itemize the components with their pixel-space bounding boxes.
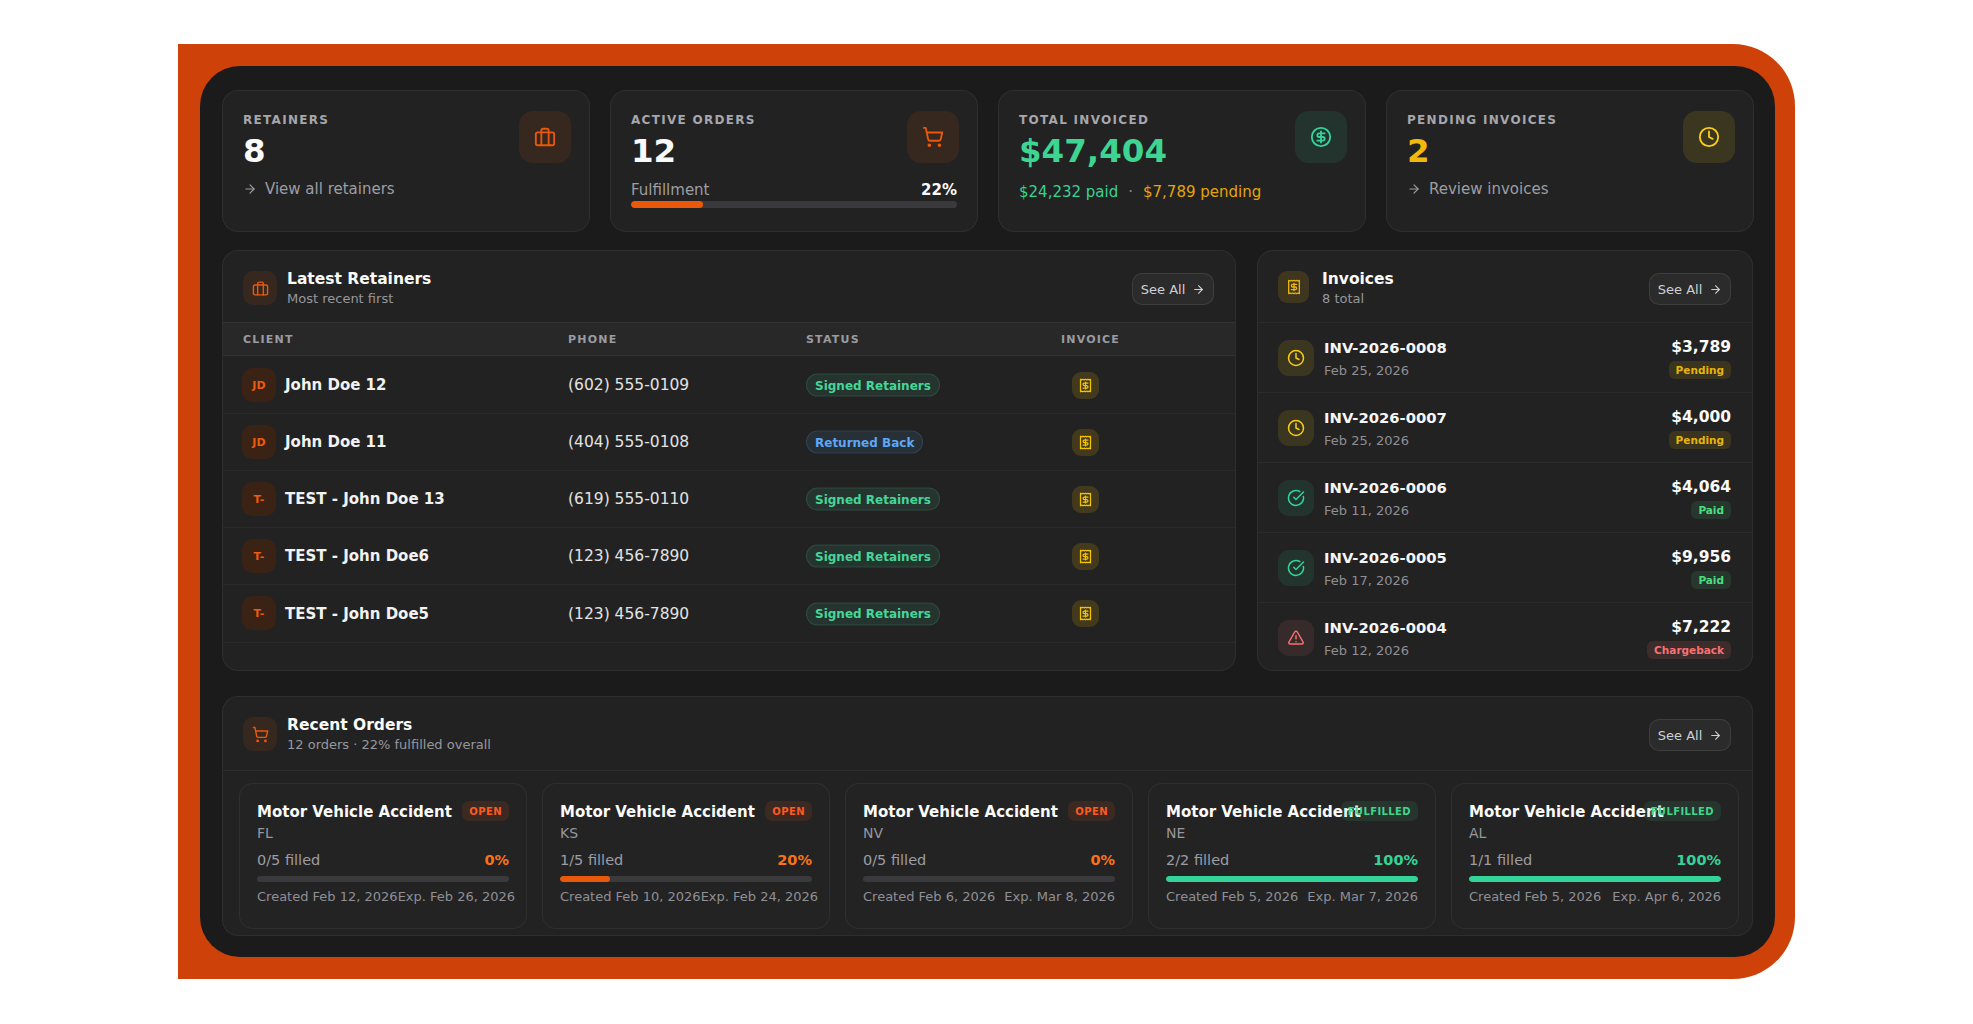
order-3: Motor Vehicle AccidentOPEN NV 0/5 filled… — [845, 783, 1133, 929]
stat-orders: ACTIVE ORDERS 12 Fulfillment22% — [610, 90, 978, 232]
stat-pending: PENDING INVOICES 2 Review invoices — [1386, 90, 1754, 232]
order-2: Motor Vehicle AccidentOPEN KS 1/5 filled… — [542, 783, 830, 929]
latest-retainers: Latest Retainers Most recent first See A… — [222, 250, 1236, 671]
main-panel: RETAINERS 8 View all retainers ACTIVE OR… — [200, 66, 1775, 957]
invoices: Invoices 8 total See All INV-2026-0008Fe… — [1257, 250, 1753, 671]
dashboard: RETAINERS 8 View all retainers ACTIVE OR… — [0, 0, 1973, 1024]
stat-retainers: RETAINERS 8 View all retainers — [222, 90, 590, 232]
order-5: Motor Vehicle AccidentFULFILLED AL 1/1 f… — [1451, 783, 1739, 929]
order-1: Motor Vehicle AccidentOPEN FL 0/5 filled… — [239, 783, 527, 929]
stat-invoiced: TOTAL INVOICED $47,404 $24,232 paid·$7,7… — [998, 90, 1366, 232]
recent-orders: Recent Orders 12 orders · 22% fulfilled … — [222, 696, 1753, 936]
order-4: Motor Vehicle AccidentFULFILLED NE 2/2 f… — [1148, 783, 1436, 929]
